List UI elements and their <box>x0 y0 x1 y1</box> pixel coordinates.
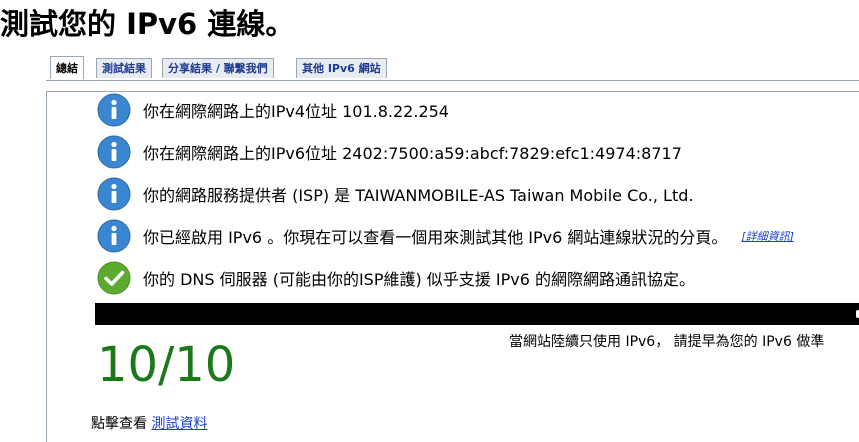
result-text: 你在網際網路上的IPv6位址 2402:7500:a59:abcf:7829:e… <box>143 144 682 163</box>
info-icon <box>97 93 131 127</box>
page-title: 測試您的 IPv6 連線。 <box>0 7 295 41</box>
ipv6-readiness-note: 當網站陸續只使用 IPv6， 請提早為您的 IPv6 做準 <box>509 334 825 350</box>
tab-share-contact[interactable]: 分享結果 / 聯繫我們 <box>162 58 274 78</box>
tab-summary[interactable]: 總結 <box>50 56 84 79</box>
test-data-line: 點擊查看 測試資料 <box>91 413 207 433</box>
summary-panel: 你在網際網路上的IPv4位址 101.8.22.254 你在網際網路上的IPv6… <box>46 91 859 442</box>
result-ipv6-address: 你在網際網路上的IPv6位址 2402:7500:a59:abcf:7829:e… <box>97 134 682 170</box>
score-bar <box>95 303 859 325</box>
info-icon <box>97 177 131 211</box>
check-icon <box>97 261 131 295</box>
result-ipv4-address: 你在網際網路上的IPv4位址 101.8.22.254 <box>97 92 449 128</box>
result-dns-ipv6: 你的 DNS 伺服器 (可能由你的ISP維護) 似乎支援 IPv6 的網際網路通… <box>97 260 695 296</box>
tab-other-ipv6-sites[interactable]: 其他 IPv6 網站 <box>296 58 387 78</box>
more-info-link[interactable]: [詳細資訊] <box>741 228 794 244</box>
result-text: 你的網路服務提供者 (ISP) 是 TAIWANMOBILE-AS Taiwan… <box>143 186 694 205</box>
result-text: 你已經啟用 IPv6 。你現在可以查看一個用來測試其他 IPv6 網站連線狀況的… <box>143 228 728 247</box>
result-ipv6-enabled: 你已經啟用 IPv6 。你現在可以查看一個用來測試其他 IPv6 網站連線狀況的… <box>97 218 794 254</box>
ipv6-score: 10/10 <box>97 337 236 393</box>
tab-test-results[interactable]: 測試結果 <box>96 58 152 78</box>
result-isp: 你的網路服務提供者 (ISP) 是 TAIWANMOBILE-AS Taiwan… <box>97 176 693 212</box>
test-data-prefix: 點擊查看 <box>91 416 147 432</box>
info-icon <box>97 135 131 169</box>
result-text: 你的 DNS 伺服器 (可能由你的ISP維護) 似乎支援 IPv6 的網際網路通… <box>143 270 695 289</box>
result-text: 你在網際網路上的IPv4位址 101.8.22.254 <box>143 102 449 121</box>
info-icon <box>97 219 131 253</box>
tab-bar: 總結 測試結果 分享結果 / 聯繫我們 其他 IPv6 網站 <box>46 56 859 81</box>
test-data-link[interactable]: 測試資料 <box>151 416 207 432</box>
